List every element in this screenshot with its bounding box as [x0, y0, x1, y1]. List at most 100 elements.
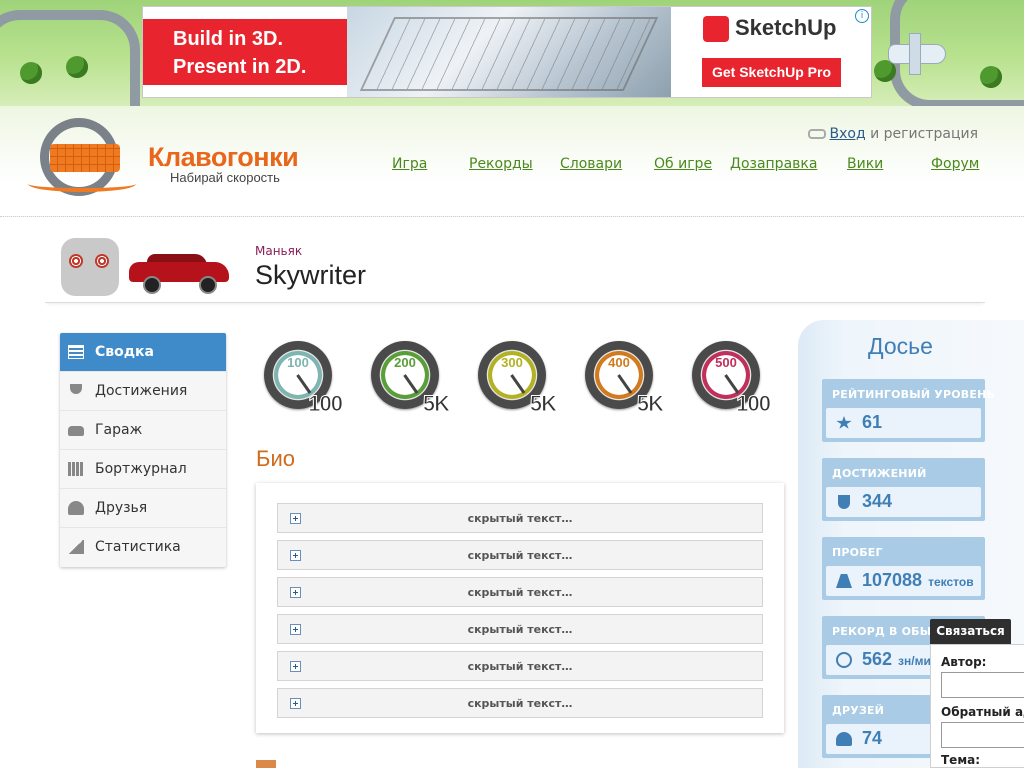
username: Skywriter [255, 260, 367, 290]
decor-tree [980, 66, 1002, 88]
sidebar-item-achievements[interactable]: Достижения [60, 372, 226, 411]
badge-count: 100 [736, 391, 772, 417]
nav-item-about[interactable]: Об игре [654, 156, 712, 172]
ad-brand-name: SketchUp [735, 15, 837, 40]
key-icon [807, 129, 826, 139]
dossier-card-label: ДРУЗЕЙ [832, 704, 885, 717]
subject-label: Тема: [941, 753, 981, 767]
badge-speed: 300 [501, 355, 523, 370]
ad-info-icon[interactable]: i [855, 9, 869, 23]
spoiler-label: скрытый текст… [467, 697, 573, 710]
sidebar-item-label: Друзья [95, 500, 148, 516]
spoiler-label: скрытый текст… [467, 660, 573, 673]
dossier-card-mileage: ПРОБЕГ 107088 текстов [822, 537, 985, 600]
sidebar-item-garage[interactable]: Гараж [60, 411, 226, 450]
top-banner: Build in 3D. Present in 2D. SketchUp Get… [0, 0, 1024, 106]
trophy-icon [838, 495, 850, 509]
nav-item-records[interactable]: Рекорды [469, 156, 533, 172]
bio-heading: Био [256, 446, 295, 471]
user-rank: Маньяк [255, 244, 303, 258]
spoiler-label: скрытый текст… [467, 549, 573, 562]
dossier-card-value-box: 344 [826, 487, 981, 517]
reply-address-label: Обратный ад [941, 705, 1024, 719]
spoiler-toggle[interactable]: скрытый текст… [277, 614, 763, 644]
badge-count: 5K [422, 391, 450, 417]
nav-item-wiki[interactable]: Вики [847, 156, 883, 172]
avatar[interactable] [61, 238, 119, 296]
profile-sidebar: Сводка Достижения Гараж Бортжурнал Друзь… [60, 333, 226, 567]
sidebar-item-label: Статистика [95, 539, 181, 555]
ad-headline-line1: Build in 3D. [173, 28, 283, 50]
spoiler-label: скрытый текст… [467, 623, 573, 636]
dossier-card-value: 61 [862, 412, 883, 432]
logo-swoosh [28, 176, 136, 192]
sidebar-item-friends[interactable]: Друзья [60, 489, 226, 528]
dossier-card-value: 562 [862, 649, 893, 669]
site-header: Клавогонки Набирай скорость Вход и регис… [0, 106, 1024, 217]
ad-cta-button[interactable]: Get SketchUp Pro [702, 58, 841, 87]
login-link[interactable]: Вход [830, 126, 866, 142]
main-nav: Игра Рекорды Словари Об игре Дозаправка … [0, 156, 1024, 176]
contact-button[interactable]: Связаться [930, 619, 1011, 644]
nav-item-vocabularies[interactable]: Словари [560, 156, 622, 172]
dossier-card-label: РЕЙТИНГОВЫЙ УРОВЕНЬ [832, 388, 996, 401]
advertisement-banner[interactable]: Build in 3D. Present in 2D. SketchUp Get… [142, 6, 872, 98]
speed-badge-300[interactable]: 300 5K [476, 339, 558, 417]
spoiler-toggle[interactable]: скрытый текст… [277, 540, 763, 570]
author-label: Автор: [941, 655, 987, 669]
nav-item-forum[interactable]: Форум [931, 156, 979, 172]
badge-speed: 200 [394, 355, 416, 370]
friends-icon [68, 501, 84, 515]
dossier-card-unit: текстов [928, 575, 974, 589]
sidebar-item-logbook[interactable]: Бортжурнал [60, 450, 226, 489]
dossier-card-label: ДОСТИЖЕНИЙ [832, 467, 927, 480]
ad-brand-logo[interactable]: SketchUp [703, 15, 837, 43]
profile-header: Маньяк Skywriter [45, 234, 985, 303]
sketchup-logo-icon [703, 16, 729, 43]
spoiler-label: скрытый текст… [467, 586, 573, 599]
dossier-card-value-box: 107088 текстов [826, 566, 981, 596]
sidebar-item-statistics[interactable]: Статистика [60, 528, 226, 567]
spoiler-label: скрытый текст… [467, 512, 573, 525]
spoiler-toggle[interactable]: скрытый текст… [277, 503, 763, 533]
sidebar-item-label: Сводка [95, 344, 155, 360]
author-field[interactable] [941, 672, 1024, 698]
nav-item-refuel[interactable]: Дозаправка [730, 156, 817, 172]
nav-item-game[interactable]: Игра [392, 156, 427, 172]
speed-badge-500[interactable]: 500 100 [690, 339, 772, 417]
register-text: и регистрация [870, 126, 978, 142]
dossier-card-value: 107088 [862, 570, 923, 590]
contact-form: Автор: Обратный ад Тема: [930, 644, 1024, 768]
decor-tree [66, 56, 88, 78]
ad-image[interactable] [347, 7, 671, 97]
sidebar-item-label: Достижения [95, 383, 188, 399]
dossier-card-rating: РЕЙТИНГОВЫЙ УРОВЕНЬ 61 [822, 379, 995, 442]
summary-icon [68, 345, 84, 359]
sidebar-item-summary[interactable]: Сводка [60, 333, 226, 372]
badge-count: 100 [308, 391, 344, 417]
star-icon [836, 416, 852, 429]
spoiler-toggle[interactable]: скрытый текст… [277, 688, 763, 718]
logbook-icon [68, 462, 84, 476]
speed-badge-400[interactable]: 400 5K [583, 339, 665, 417]
dossier-card-label: ПРОБЕГ [832, 546, 883, 559]
dossier-card-achievements: ДОСТИЖЕНИЙ 344 [822, 458, 985, 521]
dossier-card-value: 344 [862, 491, 893, 511]
ad-headline[interactable]: Build in 3D. Present in 2D. [143, 19, 347, 85]
dossier-title: Досье [868, 333, 933, 359]
spoiler-toggle[interactable]: скрытый текст… [277, 577, 763, 607]
speed-badge-200[interactable]: 200 5K [369, 339, 451, 417]
bio-panel: скрытый текст… скрытый текст… скрытый те… [256, 483, 784, 733]
spoiler-toggle[interactable]: скрытый текст… [277, 651, 763, 681]
next-section-heading-partial [256, 760, 276, 768]
speed-badge-100[interactable]: 100 100 [262, 339, 344, 417]
gauge-icon [836, 652, 852, 668]
badge-speed: 500 [715, 355, 737, 370]
ad-headline-line2: Present in 2D. [173, 56, 307, 78]
stats-icon [68, 540, 84, 554]
dossier-card-value: 74 [862, 728, 883, 748]
reply-address-field[interactable] [941, 722, 1024, 748]
decor-tree [20, 62, 42, 84]
badge-count: 5K [636, 391, 664, 417]
car-image[interactable] [129, 254, 229, 294]
